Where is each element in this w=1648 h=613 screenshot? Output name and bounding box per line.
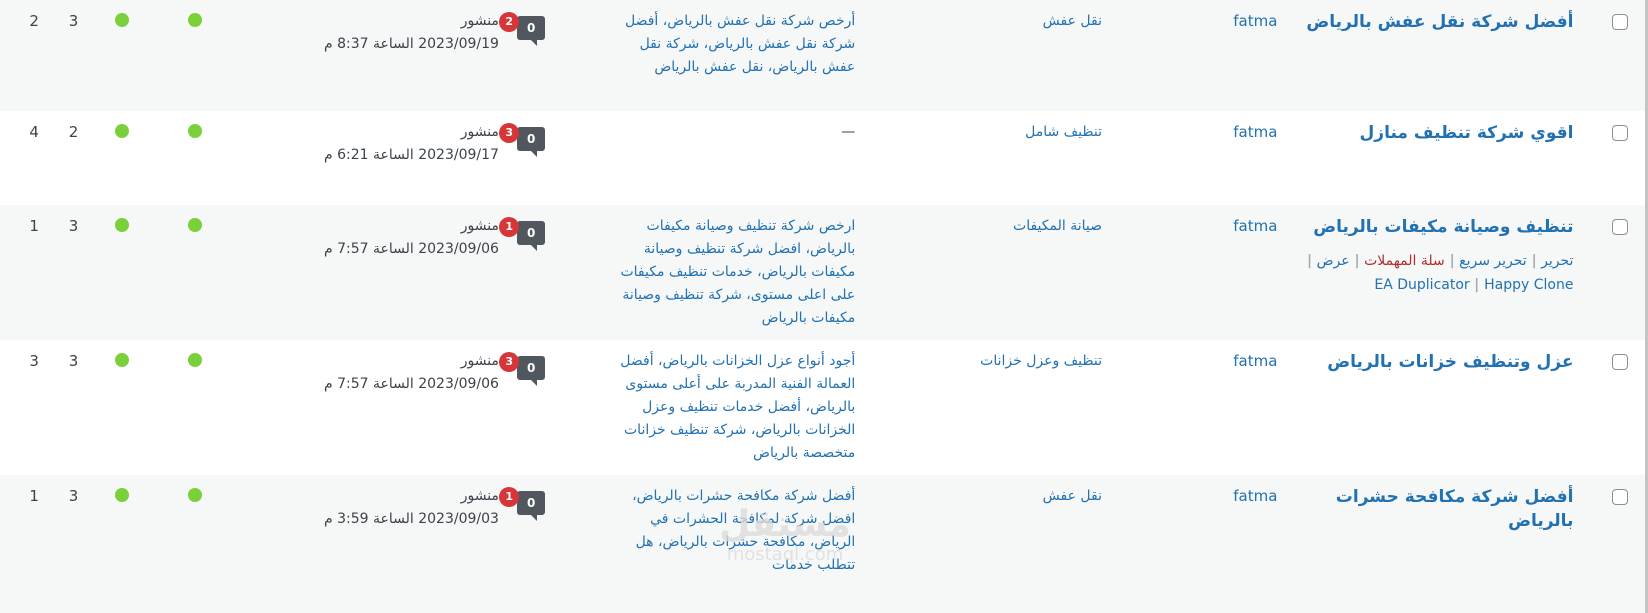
row-actions: تحرير | تحرير سريع | سلة المهملات | عرض … bbox=[1307, 253, 1574, 293]
ea-duplicator-link[interactable]: EA Duplicator bbox=[1374, 277, 1469, 293]
post-date: منشور 2023/09/06 الساعة 7:57 م bbox=[324, 350, 499, 396]
count-column-2: 1 bbox=[29, 487, 39, 505]
post-date-value: 2023/09/19 الساعة 8:37 م bbox=[323, 36, 499, 52]
row-checkbox[interactable] bbox=[1612, 14, 1628, 30]
row-checkbox[interactable] bbox=[1612, 489, 1628, 505]
post-title-link[interactable]: أفضل شركة مكافحة حشرات بالرياض bbox=[1333, 485, 1574, 533]
post-date: منشور 2023/09/03 الساعة 3:59 م bbox=[324, 485, 499, 531]
count-column-2: 3 bbox=[29, 352, 39, 370]
table-row: أفضل شركة نقل عفش بالرياض fatma نقل عفش … bbox=[0, 0, 1648, 111]
row-checkbox[interactable] bbox=[1612, 125, 1628, 141]
comment-count-bubble[interactable]: 0 bbox=[517, 16, 546, 46]
post-status: منشور bbox=[460, 124, 499, 140]
post-date-value: 2023/09/17 الساعة 6:21 م bbox=[323, 147, 499, 163]
post-title-link[interactable]: أفضل شركة نقل عفش بالرياض bbox=[1303, 10, 1573, 34]
pending-comments-badge[interactable]: 2 bbox=[499, 12, 520, 32]
post-date: منشور 2023/09/17 الساعة 6:21 م bbox=[324, 121, 499, 167]
post-date-value: 2023/09/06 الساعة 7:57 م bbox=[323, 376, 499, 392]
post-date: منشور 2023/09/06 الساعة 7:57 م bbox=[324, 215, 499, 261]
post-date-value: 2023/09/06 الساعة 7:57 م bbox=[323, 241, 499, 257]
post-tags[interactable]: أجود أنواع عزل الخزانات بالرياض، أفضل ال… bbox=[615, 350, 855, 465]
post-status: منشور bbox=[460, 488, 499, 504]
table-row: تنظيف وصيانة مكيفات بالرياض تحرير | تحري… bbox=[0, 205, 1648, 340]
seo-status-dot bbox=[187, 13, 202, 27]
count-column-2: 2 bbox=[29, 12, 39, 30]
post-status: منشور bbox=[460, 13, 499, 29]
post-date: منشور 2023/09/19 الساعة 8:37 م bbox=[324, 10, 499, 56]
comment-count-bubble[interactable]: 0 bbox=[517, 491, 546, 521]
post-tags[interactable]: ارخص شركة تنظيف وصيانة مكيفات بالرياض، ا… bbox=[615, 215, 855, 330]
pending-comments-badge[interactable]: 3 bbox=[499, 352, 520, 372]
edit-link[interactable]: تحرير bbox=[1541, 253, 1573, 269]
comment-count-bubble[interactable]: 0 bbox=[517, 356, 546, 386]
table-row: اقوي شركة تنظيف منازل fatma تنظيف شامل —… bbox=[0, 111, 1648, 205]
count-column-1: 3 bbox=[68, 12, 79, 30]
post-category-link[interactable]: تنظيف وعزل خزانات bbox=[980, 350, 1102, 373]
watermark-latin: mostaql.com bbox=[726, 544, 844, 565]
pending-comments-badge[interactable]: 1 bbox=[499, 487, 520, 507]
comment-count-bubble[interactable]: 0 bbox=[517, 221, 546, 251]
quick-edit-link[interactable]: تحرير سريع bbox=[1459, 253, 1527, 269]
post-category-link[interactable]: تنظيف شامل bbox=[1025, 121, 1102, 144]
post-title-link[interactable]: تنظيف وصيانة مكيفات بالرياض bbox=[1303, 215, 1573, 239]
post-category-link[interactable]: نقل عفش bbox=[1043, 10, 1102, 33]
post-author-link[interactable]: fatma bbox=[1233, 485, 1277, 507]
mostaql-watermark: مستقل mostaql.com bbox=[700, 505, 870, 565]
readability-status-dot bbox=[114, 218, 129, 232]
post-status: منشور bbox=[460, 218, 499, 234]
post-tags: — bbox=[841, 124, 856, 140]
count-column-1: 3 bbox=[68, 217, 79, 235]
readability-status-dot bbox=[114, 124, 129, 138]
count-column-1: 3 bbox=[68, 352, 79, 370]
post-title-link[interactable]: عزل وتنظيف خزانات بالرياض bbox=[1303, 350, 1573, 374]
seo-status-dot bbox=[187, 488, 202, 502]
pending-comments-badge[interactable]: 1 bbox=[499, 217, 520, 237]
count-column-2: 1 bbox=[29, 217, 39, 235]
post-author-link[interactable]: fatma bbox=[1233, 121, 1277, 143]
trash-link[interactable]: سلة المهملات bbox=[1364, 253, 1445, 269]
count-column-1: 2 bbox=[68, 123, 79, 141]
row-checkbox[interactable] bbox=[1612, 354, 1628, 370]
view-link[interactable]: عرض bbox=[1317, 253, 1350, 269]
post-date-value: 2023/09/03 الساعة 3:59 م bbox=[323, 511, 499, 527]
watermark-arabic: مستقل bbox=[719, 504, 851, 545]
seo-status-dot bbox=[187, 124, 202, 138]
post-tags[interactable]: أرخص شركة نقل عفش بالرياض، أفضل شركة نقل… bbox=[615, 10, 855, 79]
readability-status-dot bbox=[114, 13, 129, 27]
post-title-link[interactable]: اقوي شركة تنظيف منازل bbox=[1303, 121, 1574, 145]
readability-status-dot bbox=[114, 353, 129, 367]
comment-count-bubble[interactable]: 0 bbox=[517, 127, 546, 157]
count-column-1: 3 bbox=[68, 487, 79, 505]
post-category-link[interactable]: صيانة المكيفات bbox=[1013, 215, 1102, 238]
pending-comments-badge[interactable]: 3 bbox=[499, 123, 520, 143]
seo-status-dot bbox=[187, 353, 202, 367]
seo-status-dot bbox=[187, 218, 202, 232]
table-row: عزل وتنظيف خزانات بالرياض fatma تنظيف وع… bbox=[0, 340, 1648, 475]
row-checkbox[interactable] bbox=[1612, 219, 1628, 235]
post-status: منشور bbox=[460, 353, 499, 369]
post-category-link[interactable]: نقل عفش bbox=[1043, 485, 1102, 508]
count-column-2: 4 bbox=[29, 123, 39, 141]
post-author-link[interactable]: fatma bbox=[1233, 350, 1277, 372]
readability-status-dot bbox=[114, 488, 129, 502]
post-author-link[interactable]: fatma bbox=[1233, 10, 1277, 32]
post-author-link[interactable]: fatma bbox=[1233, 215, 1277, 237]
happy-clone-link[interactable]: Happy Clone bbox=[1484, 277, 1573, 293]
